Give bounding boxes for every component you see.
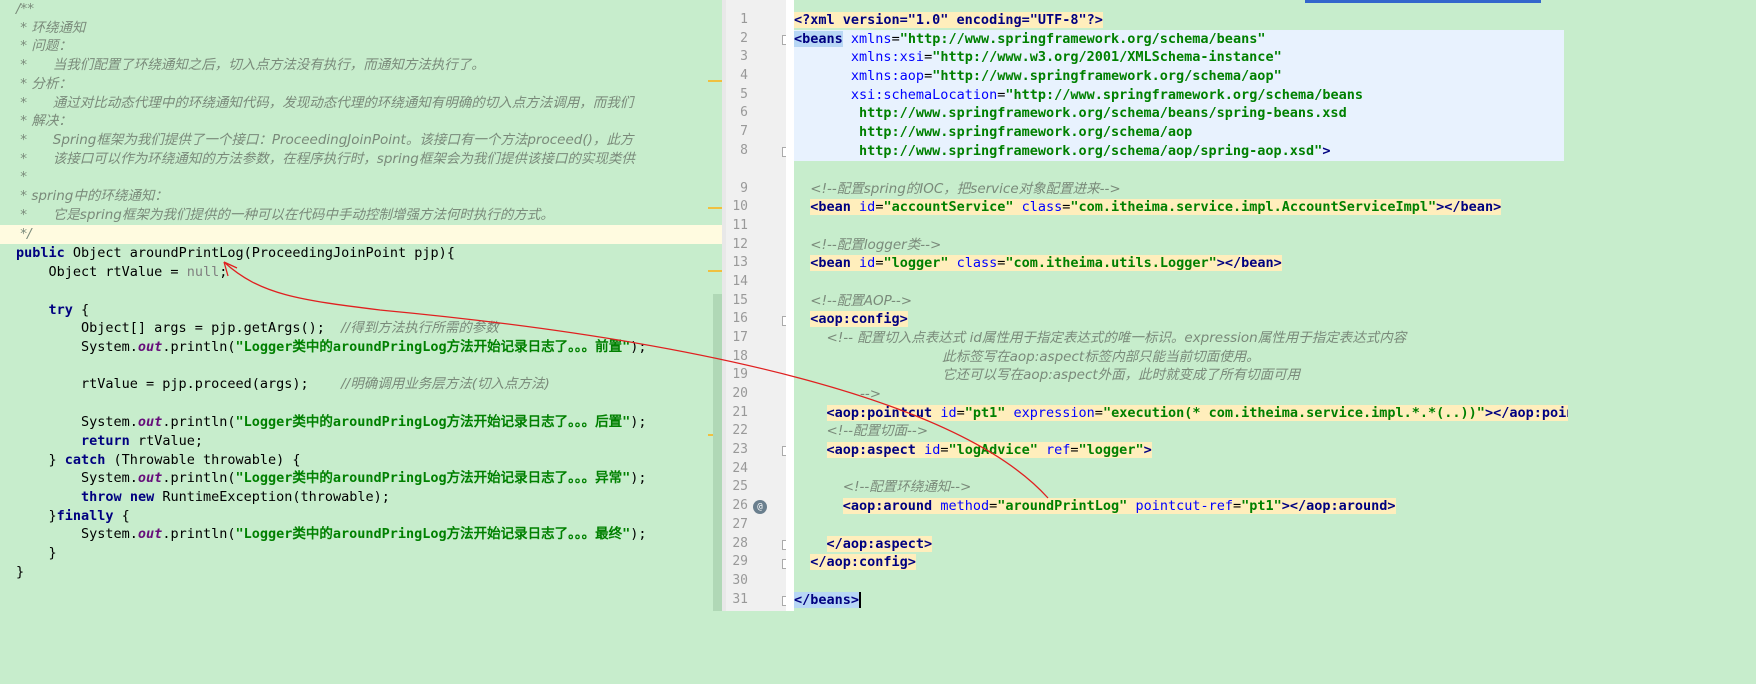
annotation-arrow-line [223,261,1049,499]
annotation-arrow [223,261,1049,499]
